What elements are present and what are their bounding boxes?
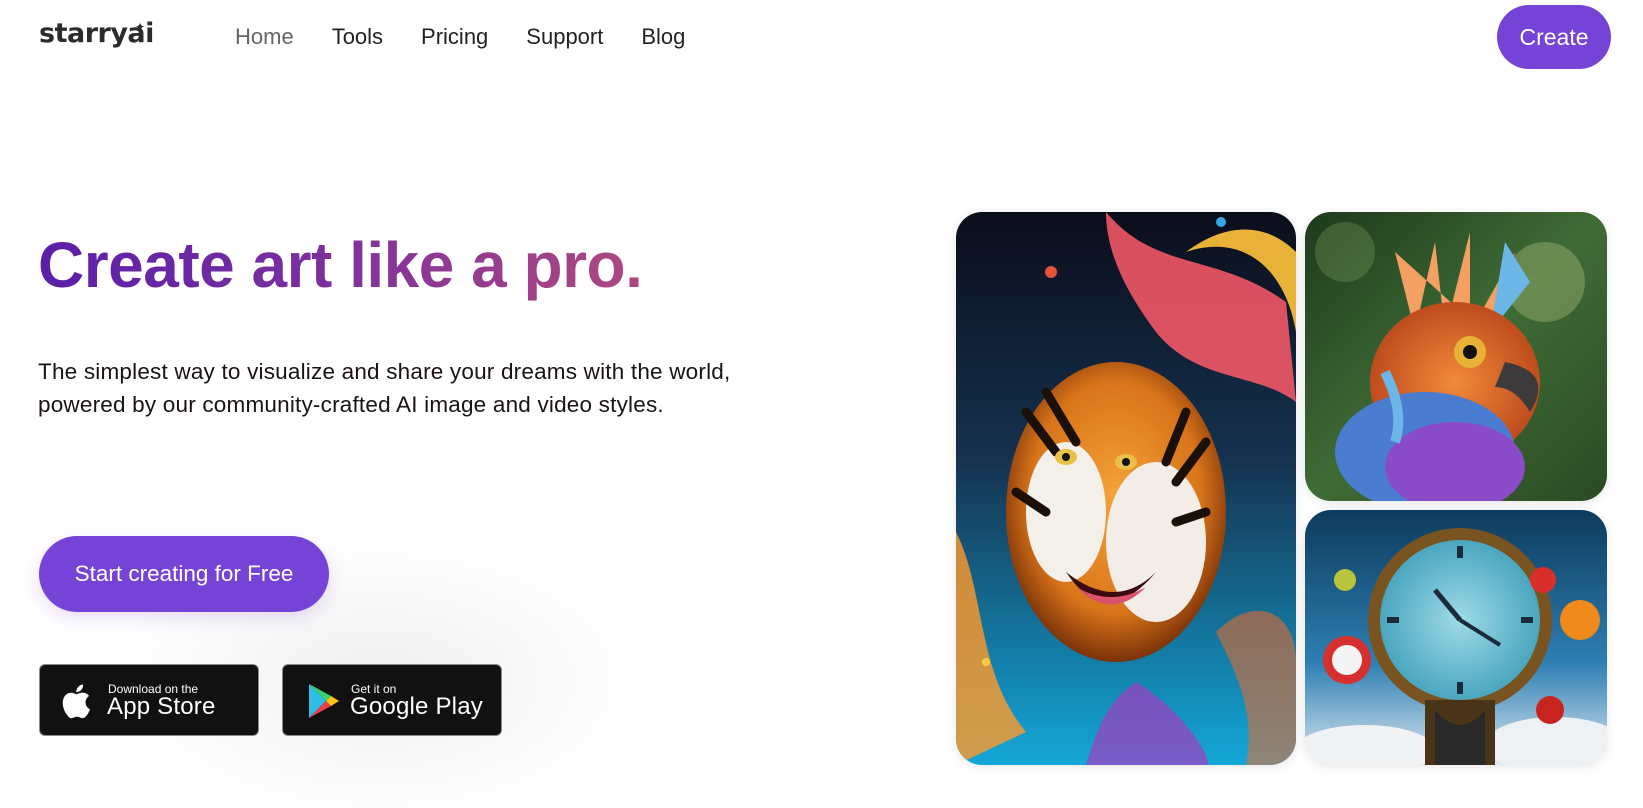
nav-links: Home Tools Pricing Support Blog: [235, 24, 685, 50]
nav-link-home[interactable]: Home: [235, 24, 294, 50]
app-store-button[interactable]: Download on the App Store: [39, 664, 259, 736]
melting-clock-artwork-image: [1305, 510, 1607, 765]
nav-link-blog[interactable]: Blog: [641, 24, 685, 50]
logo-sparkle-icon: ✦: [135, 20, 146, 34]
nav-link-tools[interactable]: Tools: [332, 24, 383, 50]
create-button[interactable]: Create: [1497, 5, 1611, 69]
apple-icon: [60, 681, 98, 721]
bird-artwork-image: [1305, 212, 1607, 501]
google-play-button[interactable]: Get it on Google Play: [282, 664, 502, 736]
nav-link-support[interactable]: Support: [526, 24, 603, 50]
google-play-icon: [307, 683, 341, 719]
google-play-label: Google Play: [350, 693, 483, 720]
top-navigation: starryai ✦ Home Tools Pricing Support Bl…: [0, 0, 1643, 76]
nav-link-pricing[interactable]: Pricing: [421, 24, 488, 50]
landing-page: starryai ✦ Home Tools Pricing Support Bl…: [0, 0, 1643, 808]
start-creating-button[interactable]: Start creating for Free: [39, 536, 329, 612]
app-store-label: App Store: [107, 693, 216, 720]
hero-subtitle: The simplest way to visualize and share …: [38, 359, 731, 417]
tiger-artwork-image: [956, 212, 1296, 765]
hero-title: Create art like a pro.: [38, 229, 643, 301]
